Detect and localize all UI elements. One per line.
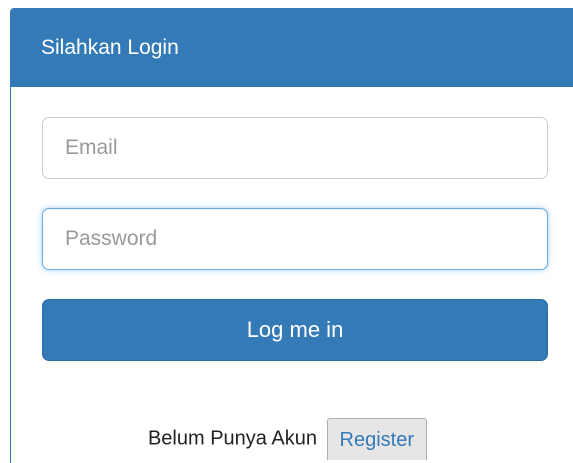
login-panel: Silahkan Login Log me in Belum Punya Aku… [10, 8, 573, 463]
register-row: Belum Punya Akun Register [11, 418, 564, 460]
register-prompt: Belum Punya Akun [147, 427, 317, 450]
login-button[interactable]: Log me in [42, 299, 548, 361]
password-input[interactable] [42, 208, 548, 270]
email-input[interactable] [42, 117, 548, 179]
register-button[interactable]: Register [326, 418, 428, 460]
login-form: Log me in Belum Punya Akun Register [11, 87, 573, 463]
panel-title: Silahkan Login [11, 9, 573, 87]
